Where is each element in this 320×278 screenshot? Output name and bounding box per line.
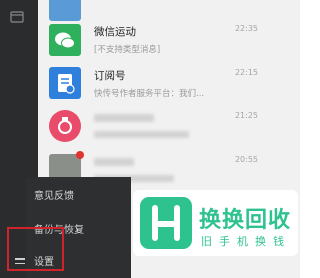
gift-icon (58, 117, 72, 134)
blurred-name (94, 158, 134, 166)
subscriptions-avatar (49, 67, 81, 99)
settings-highlight-box (7, 227, 64, 271)
folder-icon[interactable] (10, 10, 24, 24)
logo-icon (140, 197, 192, 249)
chat-avatar (49, 110, 81, 142)
document-icon (58, 74, 75, 94)
watermark-title: 换换回收 (199, 208, 292, 233)
wechat-sport-avatar (49, 24, 81, 56)
chat-preview: 快传号作者服务平台：我们... (94, 89, 205, 99)
chat-time: 20:55 (234, 155, 258, 164)
chat-time: 22:15 (234, 68, 258, 77)
chat-time: 21:25 (234, 111, 258, 120)
blurred-name (94, 114, 154, 122)
blurred-preview (94, 131, 189, 138)
chat-time: 22:35 (234, 24, 258, 33)
chat-name: 微信运动 (94, 26, 136, 38)
watermark-logo: 换换回收 旧手机换钱 (133, 190, 298, 256)
chat-preview: [不支持类型消息] (94, 45, 161, 55)
unread-dot (76, 151, 84, 159)
chat-bubble-icon (55, 32, 75, 49)
menu-item-feedback[interactable]: 意见反馈 (34, 187, 74, 202)
chat-name: 订阅号 (94, 70, 126, 82)
watermark-subtitle: 旧手机换钱 (201, 235, 291, 248)
